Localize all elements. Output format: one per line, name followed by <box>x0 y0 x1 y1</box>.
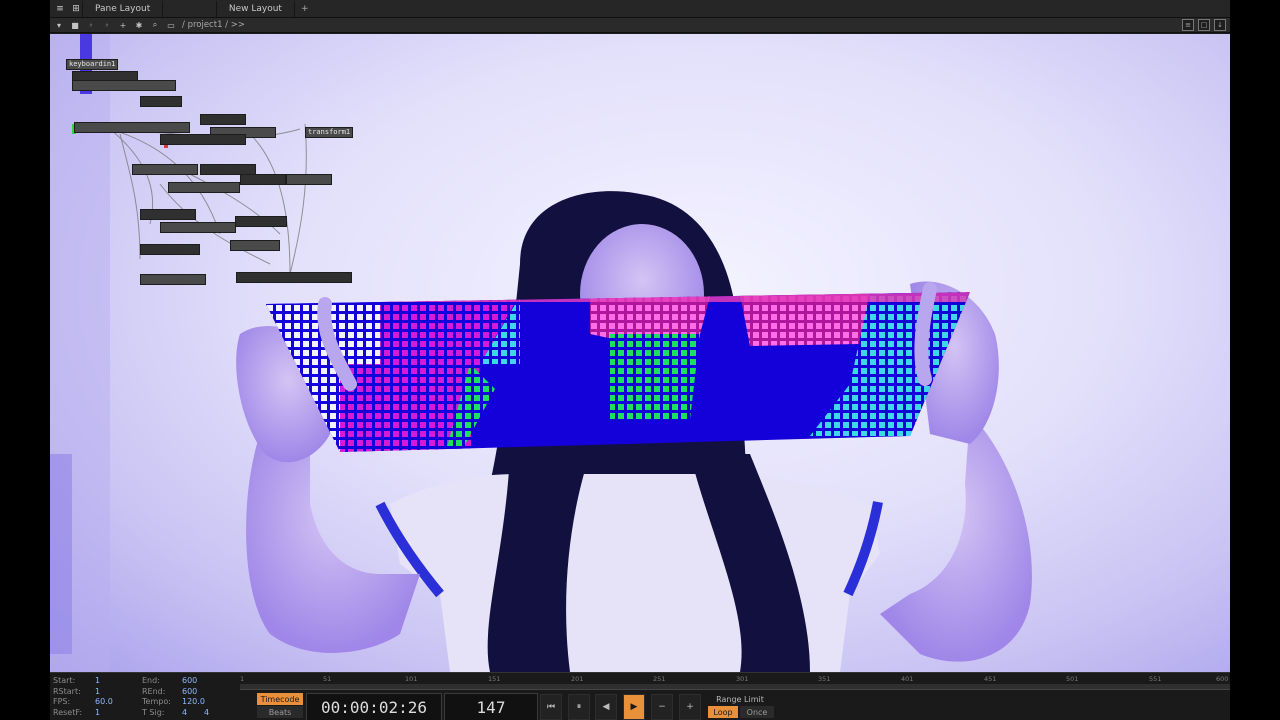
ruler-tick: 301 <box>736 675 749 683</box>
ruler-tick: 401 <box>901 675 914 683</box>
back-icon[interactable]: ◦ <box>84 19 98 31</box>
rend-value[interactable]: 600 <box>182 687 204 698</box>
pane-maximize-icon[interactable]: □ <box>1198 19 1210 31</box>
node[interactable] <box>230 240 280 251</box>
menu-icon[interactable]: ≡ <box>54 3 66 15</box>
rstart-label: RStart: <box>53 686 81 696</box>
node[interactable] <box>240 174 286 185</box>
forward-icon[interactable]: ◦ <box>100 19 114 31</box>
breadcrumb[interactable]: / project1 / >> <box>182 20 245 30</box>
once-toggle[interactable]: Once <box>740 706 774 718</box>
start-label: Start: <box>53 676 76 685</box>
rstart-value[interactable]: 1 <box>95 687 125 698</box>
home-icon[interactable]: ✱ <box>132 19 146 31</box>
tempo-label: Tempo: <box>142 697 171 706</box>
right-letterbox <box>1230 0 1280 720</box>
pane-icon[interactable]: ⊞ <box>70 3 82 15</box>
tempo-value[interactable]: 120.0 <box>182 697 205 708</box>
node[interactable] <box>200 114 246 125</box>
add-icon[interactable]: + <box>116 19 130 31</box>
ruler-tick: 251 <box>653 675 666 683</box>
frame-field[interactable]: 147 <box>444 693 538 720</box>
title-bar: ≡ ⊞ Pane Layout New Layout + <box>50 0 1230 18</box>
step-forward-icon[interactable]: + <box>679 694 701 720</box>
node[interactable] <box>168 182 240 193</box>
ruler-tick: 1 <box>240 675 245 683</box>
timecode-field[interactable]: 00:00:02:26 <box>306 693 442 720</box>
led-panel <box>266 292 970 452</box>
ruler-tick: 351 <box>818 675 831 683</box>
play-reverse-icon[interactable]: ◀ <box>595 694 617 720</box>
left-letterbox <box>0 0 50 720</box>
pane-toolbar: ▾ ■ ◦ ◦ + ✱ ⌕ ▭ / project1 / >> ≡ □ ↓ <box>50 18 1230 33</box>
ruler-tick: 451 <box>984 675 997 683</box>
node[interactable] <box>235 216 287 227</box>
resetf-value[interactable]: 1 <box>95 708 125 719</box>
tsig-numerator[interactable]: 4 <box>182 708 204 719</box>
timeline-bar: Start: 1 RStart: 1 FPS: 60.0 ResetF: 1 E… <box>50 672 1230 720</box>
node[interactable] <box>140 244 200 255</box>
dropdown-icon[interactable]: ▾ <box>52 19 66 31</box>
tsig-label: T Sig: <box>142 707 165 717</box>
node-transform1[interactable]: transform1 <box>305 127 354 138</box>
node[interactable] <box>74 122 190 133</box>
node[interactable] <box>286 174 332 185</box>
range-limit-label: Range Limit <box>716 694 764 704</box>
node[interactable] <box>140 96 182 107</box>
resetf-label: ResetF: <box>53 707 83 717</box>
end-label: End: <box>142 676 160 685</box>
tsig-denominator[interactable]: 4 <box>204 708 214 719</box>
rewind-icon[interactable]: ⏮ <box>540 694 562 720</box>
ruler-tick: 101 <box>405 675 418 683</box>
layout-button-placeholder <box>162 0 216 17</box>
node[interactable] <box>72 80 176 91</box>
node[interactable] <box>132 164 198 175</box>
loop-toggle[interactable]: Loop <box>708 706 738 718</box>
pause-icon[interactable]: ⏸ <box>568 694 590 720</box>
timeline-ruler[interactable]: 1 51 101 151 201 251 301 351 401 451 501 551 600 <box>240 675 1230 690</box>
node[interactable] <box>140 274 206 285</box>
tab-pane-layout[interactable]: Pane Layout <box>82 0 162 17</box>
fps-value[interactable]: 60.0 <box>95 697 125 708</box>
timeline-info-right: End: 600 REnd: 600 Tempo: 120.0 T Sig: 4… <box>142 676 214 718</box>
touchdesigner-window: ≡ ⊞ Pane Layout New Layout + ▾ ■ ◦ ◦ + ✱… <box>50 0 1230 720</box>
folder-icon[interactable]: ▭ <box>164 19 178 31</box>
fps-label: FPS: <box>53 697 71 706</box>
timeline-info-left: Start: 1 RStart: 1 FPS: 60.0 ResetF: 1 <box>53 676 125 718</box>
ruler-tick: 600 <box>1216 675 1229 683</box>
node[interactable] <box>236 272 352 283</box>
ruler-tick: 551 <box>1149 675 1162 683</box>
ruler-tick: 151 <box>488 675 501 683</box>
end-value[interactable]: 600 <box>182 676 204 687</box>
ruler-tick: 501 <box>1066 675 1079 683</box>
ruler-tick: 51 <box>323 675 332 683</box>
pane-close-icon[interactable]: ↓ <box>1214 19 1226 31</box>
play-icon[interactable]: ▶ <box>623 694 645 720</box>
node[interactable] <box>160 222 236 233</box>
add-tab-icon[interactable]: + <box>293 0 315 17</box>
beats-toggle[interactable]: Beats <box>257 706 303 718</box>
node[interactable] <box>140 209 196 220</box>
rend-label: REnd: <box>142 686 166 696</box>
tab-new-layout[interactable]: New Layout <box>215 0 294 17</box>
ruler-tick: 201 <box>571 675 584 683</box>
step-back-icon[interactable]: − <box>651 694 673 720</box>
timecode-toggle[interactable]: Timecode <box>257 693 303 705</box>
stop-icon[interactable]: ■ <box>68 19 82 31</box>
node[interactable] <box>160 134 246 145</box>
viewer-viewport[interactable]: keyboardin1 transform1 <box>50 34 1230 672</box>
node-keyboardin1[interactable]: keyboardin1 <box>66 59 119 70</box>
pane-split-icon[interactable]: ≡ <box>1182 19 1194 31</box>
start-value[interactable]: 1 <box>95 676 125 687</box>
search-icon[interactable]: ⌕ <box>148 19 162 31</box>
